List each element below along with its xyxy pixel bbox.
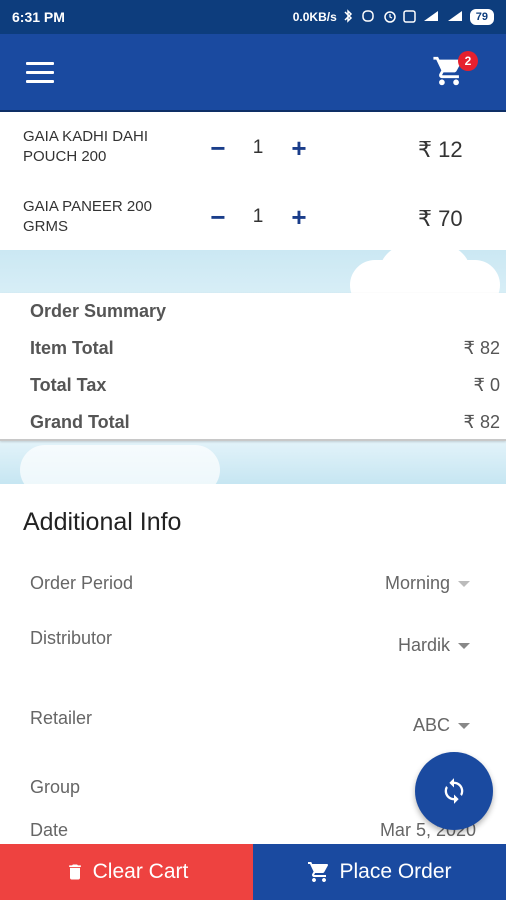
status-icons: 0.0KB/s 79 bbox=[293, 9, 494, 25]
order-period-dropdown[interactable]: Morning bbox=[385, 573, 470, 594]
cart-item: GAIA KADHI DAHI POUCH 200 − 1 + ₹ 12 bbox=[0, 112, 506, 181]
additional-info-title: Additional Info bbox=[23, 508, 182, 536]
network-speed: 0.0KB/s bbox=[292, 10, 337, 24]
clear-cart-button[interactable]: Clear Cart bbox=[0, 844, 253, 900]
alarm-icon bbox=[383, 9, 397, 25]
chevron-down-icon bbox=[458, 722, 470, 729]
order-summary-background: Order Summary Item Total ₹ 82 Total Tax … bbox=[0, 250, 506, 484]
place-order-button[interactable]: Place Order bbox=[253, 844, 506, 900]
decrease-qty-button[interactable]: − bbox=[204, 202, 232, 232]
grand-total-value: ₹ 82 bbox=[463, 412, 500, 432]
order-summary-card: Order Summary Item Total ₹ 82 Total Tax … bbox=[0, 293, 506, 441]
signal-icon bbox=[446, 10, 464, 24]
cart-count-badge: 2 bbox=[458, 51, 478, 71]
retailer-dropdown[interactable]: ABC bbox=[413, 715, 470, 736]
place-order-label: Place Order bbox=[339, 860, 452, 883]
item-total-value: ₹ 82 bbox=[463, 338, 500, 358]
vibrate-icon bbox=[359, 10, 377, 24]
increase-qty-button[interactable]: + bbox=[285, 202, 313, 232]
cloud-decoration bbox=[20, 445, 220, 484]
item-total-label: Item Total bbox=[30, 338, 114, 358]
order-summary-title: Order Summary bbox=[30, 301, 167, 321]
group-label: Group bbox=[30, 777, 81, 797]
item-price: ₹ 70 bbox=[418, 206, 463, 231]
app-bar: 2 bbox=[0, 34, 506, 112]
hamburger-menu-icon[interactable] bbox=[26, 62, 54, 84]
cart-items-list: GAIA KADHI DAHI POUCH 200 − 1 + ₹ 12 GAI… bbox=[0, 112, 506, 250]
status-bar: 6:31 PM 0.0KB/s 79 bbox=[0, 0, 506, 34]
status-time: 6:31 PM bbox=[12, 9, 65, 25]
clear-cart-label: Clear Cart bbox=[92, 860, 189, 883]
item-qty: 1 bbox=[252, 206, 264, 227]
date-label: Date bbox=[30, 820, 69, 840]
bottom-action-bar: Clear Cart Place Order bbox=[0, 844, 506, 900]
retailer-value: ABC bbox=[412, 715, 450, 735]
decrease-qty-button[interactable]: − bbox=[204, 133, 232, 163]
item-price: ₹ 12 bbox=[418, 137, 463, 162]
trash-icon bbox=[68, 864, 81, 880]
refresh-sync-button[interactable] bbox=[415, 752, 493, 830]
distributor-value: Hardik bbox=[397, 635, 450, 655]
chevron-down-icon bbox=[458, 642, 470, 649]
item-qty: 1 bbox=[252, 137, 264, 158]
order-period-value: Morning bbox=[384, 573, 450, 593]
order-period-label: Order Period bbox=[30, 573, 134, 593]
signal-4g-icon bbox=[422, 10, 440, 24]
distributor-dropdown[interactable]: Hardik bbox=[398, 635, 470, 656]
distributor-label: Distributor bbox=[30, 628, 113, 648]
refresh-sync-icon bbox=[444, 778, 464, 804]
bluetooth-icon bbox=[343, 9, 353, 25]
item-total-row: Item Total ₹ 82 bbox=[30, 338, 500, 359]
increase-qty-button[interactable]: + bbox=[285, 133, 313, 163]
grand-total-label: Grand Total bbox=[30, 412, 130, 432]
data-saver-icon bbox=[403, 9, 416, 25]
chevron-down-icon bbox=[458, 580, 470, 587]
item-name: GAIA KADHI DAHI POUCH 200 bbox=[23, 128, 149, 165]
cart-button[interactable]: 2 bbox=[432, 51, 478, 94]
cart-item: GAIA PANEER 200 GRMS − 1 + ₹ 70 bbox=[0, 181, 506, 250]
total-tax-value: ₹ 0 bbox=[473, 375, 500, 395]
item-name: GAIA PANEER 200 GRMS bbox=[23, 198, 152, 235]
total-tax-label: Total Tax bbox=[30, 375, 107, 395]
grand-total-row: Grand Total ₹ 82 bbox=[30, 412, 500, 433]
shopping-cart-icon bbox=[308, 862, 329, 882]
retailer-label: Retailer bbox=[30, 708, 93, 728]
total-tax-row: Total Tax ₹ 0 bbox=[30, 375, 500, 396]
battery-icon: 79 bbox=[469, 9, 494, 25]
